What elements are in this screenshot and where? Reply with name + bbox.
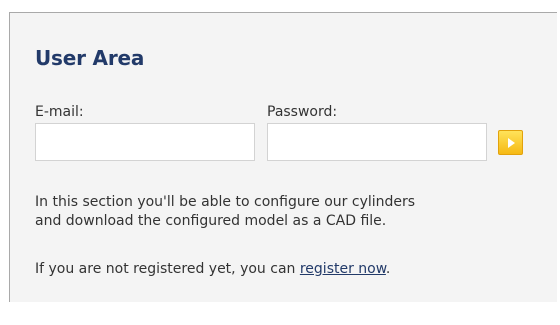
register-prompt: If you are not registered yet, you can r… <box>35 261 390 277</box>
email-field[interactable] <box>35 123 255 161</box>
register-suffix-text: . <box>385 261 391 277</box>
panel-title: User Area <box>35 46 145 70</box>
description-line-1: In this section you'll be able to config… <box>35 194 416 210</box>
section-description: In this section you'll be able to config… <box>35 193 550 231</box>
email-label: E-mail: <box>35 104 84 120</box>
arrow-right-icon <box>508 137 515 148</box>
description-line-2: and download the configured model as a C… <box>35 213 387 229</box>
password-field[interactable] <box>267 123 487 161</box>
user-area-panel: User Area E-mail: Password: In this sect… <box>9 12 557 302</box>
register-prefix-text: If you are not registered yet, you can <box>35 261 300 277</box>
register-now-link[interactable]: register now <box>300 261 386 277</box>
password-label: Password: <box>267 104 338 120</box>
login-submit-button[interactable] <box>498 130 523 155</box>
